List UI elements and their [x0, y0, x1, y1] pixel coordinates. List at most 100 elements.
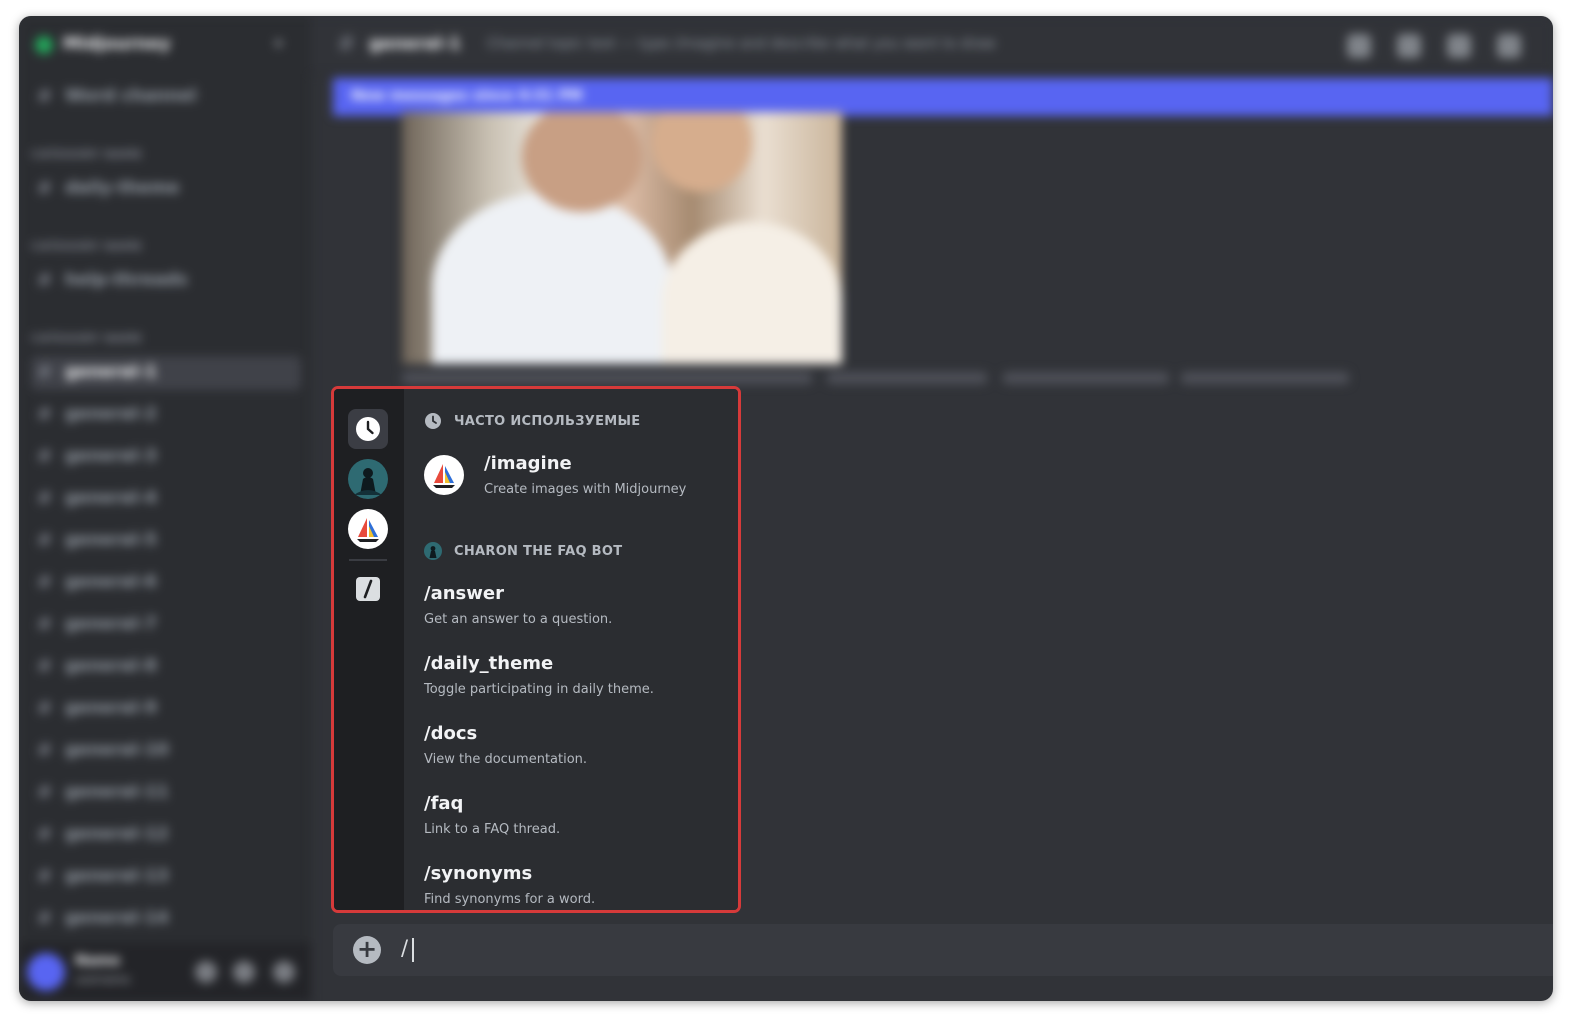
- sidebar-channel[interactable]: # daily-theme: [31, 172, 301, 206]
- channel-title: general-1: [369, 34, 461, 54]
- hash-icon: #: [337, 32, 356, 57]
- hash-icon: #: [37, 782, 53, 803]
- command-imagine[interactable]: /imagine Create images with Midjourney: [424, 453, 734, 513]
- message-composer[interactable]: + /: [333, 924, 1553, 976]
- hash-icon: #: [37, 270, 53, 291]
- threads-icon[interactable]: [1347, 34, 1371, 58]
- sidebar-channel[interactable]: # general-14: [31, 902, 301, 936]
- blurred-background: Midjourney ▾ # Word channel CATEGORY NAME…: [19, 16, 1553, 1001]
- section-frequent-title: ЧАСТО ИСПОЛЬЗУЕМЫЕ: [454, 414, 641, 429]
- server-header[interactable]: Midjourney ▾: [19, 16, 311, 74]
- sidebar-category: CATEGORY NAME: [31, 332, 143, 345]
- command-name: /answer: [424, 583, 504, 604]
- server-name: Midjourney: [63, 34, 171, 54]
- channel-sidebar: Midjourney ▾ # Word channel CATEGORY NAME…: [19, 16, 311, 1001]
- rail-midjourney-button[interactable]: [348, 509, 388, 549]
- sidebar-channel[interactable]: # Word channel: [31, 80, 301, 114]
- sidebar-channel[interactable]: # general-2: [31, 398, 301, 432]
- midjourney-boat-icon: [357, 518, 379, 542]
- sidebar-channel[interactable]: # general-3: [31, 440, 301, 474]
- user-status: username: [75, 973, 130, 986]
- hash-icon: #: [37, 446, 53, 467]
- command-answer[interactable]: /answer Get an answer to a question.: [424, 583, 734, 643]
- command-name: /faq: [424, 793, 464, 814]
- section-bot-title: CHARON THE FAQ BOT: [454, 544, 623, 559]
- user-name: Name: [75, 953, 121, 969]
- charon-bot-avatar: [348, 459, 388, 499]
- chevron-down-icon: ▾: [275, 36, 283, 52]
- command-faq[interactable]: /faq Link to a FAQ thread.: [424, 793, 734, 853]
- microphone-icon[interactable]: [195, 961, 217, 983]
- command-list: ЧАСТО ИСПОЛЬЗУЕМЫЕ /imagine Create image…: [404, 389, 738, 910]
- charon-bot-avatar: [424, 542, 442, 560]
- hash-icon: #: [37, 572, 53, 593]
- discord-window: Midjourney ▾ # Word channel CATEGORY NAME…: [19, 16, 1553, 1001]
- message-input[interactable]: /: [401, 936, 408, 960]
- command-daily-theme[interactable]: /daily_theme Toggle participating in dai…: [424, 653, 734, 713]
- hash-icon: #: [37, 614, 53, 635]
- hash-icon: #: [37, 362, 53, 383]
- sidebar-channel[interactable]: # general-13: [31, 860, 301, 894]
- image-button[interactable]: [1003, 372, 1169, 384]
- command-name: /synonyms: [424, 863, 533, 884]
- sidebar-channel[interactable]: # general-7: [31, 608, 301, 642]
- hash-icon: #: [37, 404, 53, 425]
- command-description: Find synonyms for a word.: [424, 892, 596, 907]
- command-name: /imagine: [484, 453, 572, 474]
- rail-frequent-button[interactable]: [348, 409, 388, 449]
- command-description: Create images with Midjourney: [484, 482, 687, 497]
- sidebar-category: CATEGORY NAME: [31, 240, 143, 253]
- image-button[interactable]: [827, 372, 987, 384]
- midjourney-boat-icon: [424, 455, 464, 495]
- sidebar-category: CATEGORY NAME: [31, 148, 143, 161]
- banner-text: New messages since 6:31 PM: [351, 88, 583, 104]
- rail-charon-bot-button[interactable]: [348, 459, 388, 499]
- sidebar-channel-active[interactable]: # general-1: [31, 356, 301, 390]
- slash-commands-icon: [356, 577, 380, 601]
- sidebar-channel[interactable]: # general-12: [31, 818, 301, 852]
- hash-icon: #: [37, 530, 53, 551]
- image-buttons-row[interactable]: [402, 372, 812, 384]
- sidebar-channel[interactable]: # general-8: [31, 650, 301, 684]
- text-caret: [412, 938, 414, 962]
- command-name: /daily_theme: [424, 653, 554, 674]
- command-description: Link to a FAQ thread.: [424, 822, 561, 837]
- sidebar-channel[interactable]: # general-6: [31, 566, 301, 600]
- hash-icon: #: [37, 488, 53, 509]
- hash-icon: #: [37, 656, 53, 677]
- rail-divider: [349, 559, 387, 561]
- hash-icon: #: [37, 908, 53, 929]
- hash-icon: #: [37, 698, 53, 719]
- command-description: Get an answer to a question.: [424, 612, 613, 627]
- generated-image[interactable]: [402, 112, 842, 364]
- command-docs[interactable]: /docs View the documentation.: [424, 723, 734, 783]
- server-status-icon: [35, 36, 53, 54]
- command-description: Toggle participating in daily theme.: [424, 682, 654, 697]
- sidebar-channel[interactable]: # help-threads: [31, 264, 301, 298]
- sidebar-channel[interactable]: # general-10: [31, 734, 301, 768]
- notification-banner[interactable]: New messages since 6:31 PM: [333, 78, 1553, 116]
- channel-topbar: # general-1 Channel topic text — type /i…: [311, 16, 1553, 74]
- hash-icon: #: [37, 178, 53, 199]
- bell-icon[interactable]: [1397, 34, 1421, 58]
- rail-all-commands-button[interactable]: [348, 569, 388, 609]
- avatar[interactable]: [27, 953, 65, 991]
- sidebar-channel[interactable]: # general-9: [31, 692, 301, 726]
- gear-icon[interactable]: [273, 961, 295, 983]
- image-button[interactable]: [1181, 372, 1349, 384]
- sidebar-channel[interactable]: # general-11: [31, 776, 301, 810]
- sidebar-channel[interactable]: # general-4: [31, 482, 301, 516]
- hash-icon: #: [37, 86, 53, 107]
- command-source-rail: [334, 389, 404, 910]
- hash-icon: #: [37, 824, 53, 845]
- pin-icon[interactable]: [1447, 34, 1471, 58]
- members-icon[interactable]: [1497, 34, 1521, 58]
- add-attachment-icon[interactable]: +: [353, 936, 381, 964]
- hash-icon: #: [37, 866, 53, 887]
- command-description: View the documentation.: [424, 752, 588, 767]
- command-synonyms[interactable]: /synonyms Find synonyms for a word.: [424, 863, 734, 910]
- sidebar-channel[interactable]: # general-5: [31, 524, 301, 558]
- headphones-icon[interactable]: [233, 961, 255, 983]
- clock-icon: [356, 417, 380, 441]
- clock-icon: [425, 413, 441, 429]
